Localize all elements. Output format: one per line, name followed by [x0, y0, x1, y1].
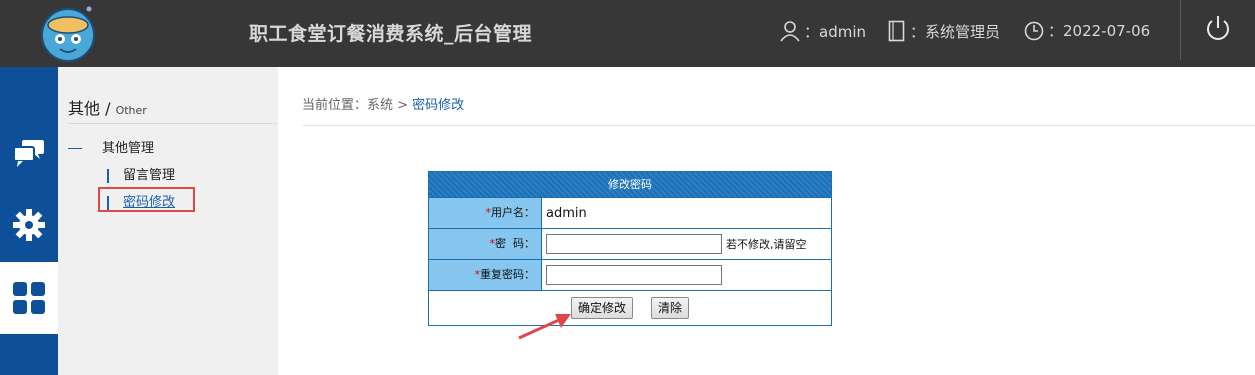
breadcrumb: 当前位置：系统 > 密码修改: [302, 98, 465, 113]
password-label: *密 码：: [429, 229, 542, 259]
password-hint: 若不修改,请留空: [726, 238, 807, 251]
clock-icon: [1024, 21, 1044, 40]
user-name: ：admin: [804, 22, 866, 41]
current-role: ：系统管理员: [888, 20, 1000, 42]
collapse-dash-icon: [68, 148, 82, 149]
confirm-button[interactable]: 确定修改: [570, 297, 633, 319]
role-name: ：系统管理员: [910, 22, 1001, 41]
breadcrumb-divider: [302, 125, 1255, 126]
change-password-form: 修改密码 *用户名： admin *密 码： 若不修改,请留空 *重复密码： 确…: [428, 171, 832, 326]
sidebar-divider: [68, 123, 278, 124]
user-icon: [780, 21, 800, 42]
password-row: *密 码： 若不修改,请留空: [429, 229, 831, 260]
current-date: ：2022-07-06: [1024, 20, 1150, 41]
sidebar-title-en: Other: [115, 104, 147, 117]
gear-icon: [13, 209, 45, 241]
arrow-icon: [518, 314, 571, 340]
power-icon[interactable]: [1204, 14, 1232, 44]
nav-settings[interactable]: [0, 189, 58, 261]
repeat-password-row: *重复密码：: [429, 260, 831, 291]
highlight-box: [98, 187, 195, 212]
username-label: *用户名：: [429, 198, 542, 228]
nav-dashboard[interactable]: [0, 262, 58, 334]
username-value: admin: [546, 205, 587, 221]
sidebar-group-other[interactable]: 其他管理: [68, 137, 154, 156]
sidebar: 其他 / Other 其他管理 留言管理 密码修改: [58, 67, 278, 375]
top-bar: 职工食堂订餐消费系统_后台管理 ：admin ：系统管理员 ：2022-07-0…: [0, 0, 1255, 67]
date-text: ：2022-07-06: [1048, 22, 1151, 40]
password-input[interactable]: [546, 234, 722, 254]
form-header: 修改密码: [429, 172, 831, 198]
sidebar-item-messages[interactable]: 留言管理: [107, 164, 175, 183]
username-row: *用户名： admin: [429, 198, 831, 229]
chat-icon: [13, 140, 44, 167]
repeat-password-label: *重复密码：: [429, 260, 542, 290]
clear-button[interactable]: 清除: [651, 297, 690, 319]
item-bar-icon: [107, 168, 109, 183]
app-title: 职工食堂订餐消费系统_后台管理: [249, 23, 533, 45]
breadcrumb-current[interactable]: 密码修改: [412, 98, 464, 113]
book-icon: [888, 20, 905, 42]
logo-icon: [41, 6, 95, 62]
icon-bar: [0, 67, 58, 375]
form-buttons: 确定修改 清除: [429, 291, 831, 325]
current-user: ：admin: [780, 20, 866, 42]
sidebar-title: 其他 / Other: [68, 99, 147, 118]
nav-messages[interactable]: [0, 117, 58, 189]
grid-icon: [13, 282, 45, 314]
header-divider: [1180, 0, 1181, 60]
repeat-password-input[interactable]: [546, 265, 722, 285]
